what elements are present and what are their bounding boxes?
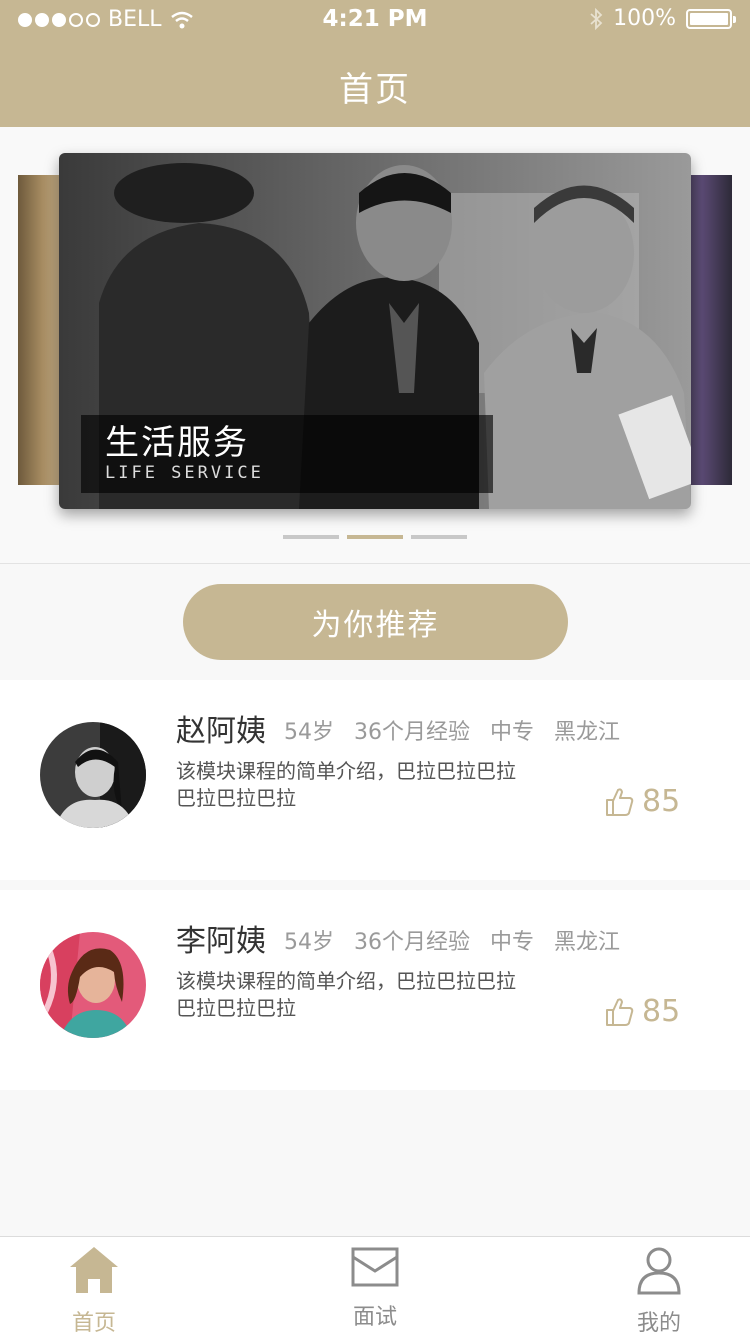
caregiver-meta: 54岁 36个月经验 中专 黑龙江 xyxy=(284,714,620,746)
user-icon xyxy=(637,1247,681,1295)
caregiver-age: 54岁 xyxy=(284,930,334,955)
like-count: 85 xyxy=(642,994,681,1029)
avatar[interactable] xyxy=(40,722,146,828)
battery-percent: 100% xyxy=(613,6,676,31)
caregiver-name: 赵阿姨 xyxy=(176,714,266,749)
tab-interview[interactable]: 面试 xyxy=(315,1245,435,1331)
caregiver-location: 黑龙江 xyxy=(554,720,621,745)
recommend-button[interactable]: 为你推荐 xyxy=(183,584,568,660)
envelope-icon xyxy=(351,1247,399,1287)
status-bar: BELL 4:21 PM 100% xyxy=(0,0,750,40)
caregiver-location: 黑龙江 xyxy=(554,930,621,955)
status-right: 100% xyxy=(589,6,736,31)
banner-carousel[interactable]: 生活服务 LIFE SERVICE xyxy=(0,127,750,564)
thumbs-up-icon xyxy=(606,787,634,816)
caregiver-description: 该模块课程的简单介绍，巴拉巴拉巴拉巴拉巴拉巴拉 xyxy=(176,759,516,810)
top-bar: BELL 4:21 PM 100% 首页 xyxy=(0,0,750,127)
carousel-indicators xyxy=(0,535,750,539)
like-button[interactable]: 85 xyxy=(604,784,680,819)
tab-home-label: 首页 xyxy=(71,1311,116,1334)
carousel-indicator-active[interactable] xyxy=(347,535,403,539)
tab-interview-label: 面试 xyxy=(352,1305,397,1330)
battery-icon xyxy=(686,8,736,29)
caregiver-experience: 36个月经验 xyxy=(354,930,470,955)
tab-bar: 首页 面试 我的 xyxy=(0,1236,750,1334)
bluetooth-icon xyxy=(590,7,603,30)
tab-mine-label: 我的 xyxy=(636,1311,681,1334)
caregiver-age: 54岁 xyxy=(284,720,334,745)
caregiver-meta: 54岁 36个月经验 中专 黑龙江 xyxy=(284,924,620,956)
caregiver-education: 中专 xyxy=(490,930,535,955)
avatar[interactable] xyxy=(40,932,146,1038)
caregiver-education: 中专 xyxy=(490,720,535,745)
like-count: 85 xyxy=(642,784,681,819)
banner-title-en: LIFE SERVICE xyxy=(105,463,264,483)
banner-title-cn: 生活服务 xyxy=(105,423,249,463)
carousel-indicator[interactable] xyxy=(283,535,339,539)
caregiver-name: 李阿姨 xyxy=(176,924,266,959)
caregiver-description: 该模块课程的简单介绍，巴拉巴拉巴拉巴拉巴拉巴拉 xyxy=(176,969,516,1020)
banner-caption: 生活服务 LIFE SERVICE xyxy=(81,415,493,493)
like-button[interactable]: 85 xyxy=(604,994,680,1029)
page-title: 首页 xyxy=(339,70,411,110)
caregiver-card[interactable]: 赵阿姨 54岁 36个月经验 中专 黑龙江 该模块课程的简单介绍，巴拉巴拉巴拉巴… xyxy=(0,680,750,880)
tab-home[interactable]: 首页 xyxy=(34,1245,154,1334)
home-icon xyxy=(70,1247,118,1293)
divider xyxy=(0,563,750,564)
caregiver-card[interactable]: 李阿姨 54岁 36个月经验 中专 黑龙江 该模块课程的简单介绍，巴拉巴拉巴拉巴… xyxy=(0,890,750,1090)
carousel-indicator[interactable] xyxy=(411,535,467,539)
caregiver-experience: 36个月经验 xyxy=(354,720,470,745)
thumbs-up-icon xyxy=(606,997,634,1026)
banner-main-card[interactable]: 生活服务 LIFE SERVICE xyxy=(59,153,691,509)
tab-mine[interactable]: 我的 xyxy=(599,1245,719,1334)
